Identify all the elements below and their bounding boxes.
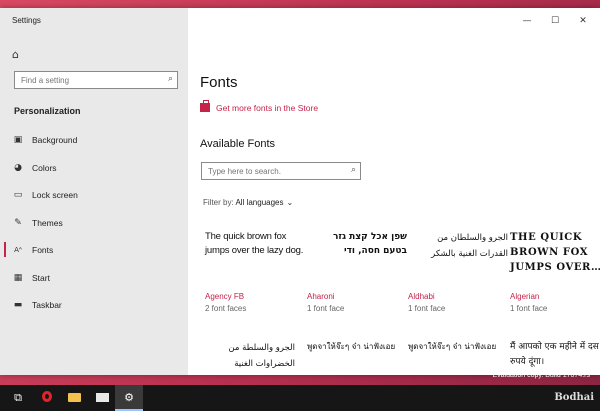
taskbar-icon: ▬	[13, 300, 23, 310]
find-setting-search[interactable]: ⌕	[14, 71, 178, 89]
sidebar-item-background[interactable]: ▣ Background	[0, 126, 188, 154]
font-icon: Aᴬ	[14, 246, 22, 254]
image-icon: ▣	[13, 135, 23, 145]
font-name: Aharoni	[307, 292, 335, 301]
settings-window: Settings ⌂ ⌕ Personalization ▣ Backgroun…	[0, 8, 600, 375]
search-icon[interactable]: ⌕	[168, 74, 173, 84]
font-name: Algerian	[510, 292, 540, 301]
font-faces: 1 font face	[408, 304, 446, 313]
taskbar: ⧉ ⚙	[0, 385, 600, 411]
font-search-input[interactable]	[208, 165, 343, 178]
font-sample: พูดจาให้จ๊ะๆ จ๋า น่าฟังเอย	[408, 342, 497, 351]
font-sample: שפן אכל קצת גזר בטעם חסה, ודי	[332, 232, 407, 256]
mail-icon[interactable]	[88, 385, 116, 411]
filter-label: Filter by:	[203, 198, 234, 207]
font-faces: 2 font faces	[205, 304, 247, 313]
start-icon: ▦	[13, 272, 23, 283]
sidebar-nav: ▣ Background ◕ Colors ▭ Lock screen ✎ Th…	[0, 126, 188, 319]
brush-icon: ✎	[14, 217, 22, 228]
language-filter[interactable]: Filter by: All languages ⌄	[203, 198, 293, 207]
sidebar-item-colors[interactable]: ◕ Colors	[0, 154, 188, 182]
font-faces: 1 font face	[307, 304, 345, 313]
section-title: Personalization	[14, 106, 81, 116]
available-fonts-heading: Available Fonts	[200, 138, 276, 150]
font-sample: The quick brown fox jumps over the lazy …	[205, 231, 304, 256]
sidebar-item-label: Lock screen	[32, 190, 78, 200]
font-name: Agency FB	[205, 292, 245, 301]
font-sample: मैं आपको एक महीने में दस रुपये दूंगा।	[510, 342, 599, 367]
sidebar-item-label: Taskbar	[32, 300, 62, 310]
store-link-label: Get more fonts in the Store	[216, 103, 319, 113]
sidebar-item-label: Start	[32, 272, 50, 283]
sidebar-item-label: Fonts	[32, 245, 54, 255]
page-title: Fonts	[200, 74, 238, 91]
filter-value: All languages	[235, 198, 284, 207]
font-name: Aldhabi	[408, 292, 435, 301]
palette-icon: ◕	[14, 162, 22, 173]
task-view-icon[interactable]: ⧉	[4, 385, 32, 411]
font-faces: 1 font face	[510, 304, 548, 313]
store-link[interactable]: Get more fonts in the Store	[200, 100, 319, 113]
font-sample: THE QUICK BROWN FOX JUMPS OVER…	[510, 232, 600, 273]
sidebar-item-lock-screen[interactable]: ▭ Lock screen	[0, 181, 188, 209]
main-content: Fonts Get more fonts in the Store Availa…	[188, 8, 600, 375]
search-icon[interactable]: ⌕	[351, 165, 356, 175]
sidebar-item-themes[interactable]: ✎ Themes	[0, 209, 188, 237]
sidebar-item-label: Colors	[32, 162, 57, 173]
home-icon[interactable]: ⌂	[12, 48, 30, 66]
font-sample: الجرو والسلطان من القدرات الغنية بالشكر	[431, 233, 508, 259]
font-sample: الجرو والسلطة من الخضراوات الغنية	[228, 343, 295, 369]
settings-gear-icon[interactable]: ⚙	[115, 385, 143, 411]
chevron-down-icon: ⌄	[286, 198, 294, 207]
font-search-box[interactable]: ⌕	[201, 162, 361, 180]
sidebar-item-label: Background	[32, 135, 78, 145]
sidebar-item-fonts[interactable]: Aᴬ Fonts	[0, 236, 188, 264]
watermark: Bodhai	[554, 392, 594, 403]
store-bag-icon	[200, 100, 210, 112]
opera-icon[interactable]	[33, 385, 61, 411]
find-setting-input[interactable]	[21, 74, 161, 87]
sidebar-item-start[interactable]: ▦ Start	[0, 264, 188, 292]
sidebar-item-label: Themes	[32, 217, 63, 228]
lock-screen-icon: ▭	[13, 190, 23, 200]
sidebar-item-taskbar[interactable]: ▬ Taskbar	[0, 291, 188, 319]
file-explorer-icon[interactable]	[60, 385, 88, 411]
evaluation-notice: Evaluation copy. Build 17074.rs	[492, 372, 590, 379]
font-sample: พูดจาให้จ๊ะๆ จ๋า น่าฟังเอย	[307, 342, 396, 351]
sidebar: Settings ⌂ ⌕ Personalization ▣ Backgroun…	[0, 8, 188, 375]
window-title: Settings	[12, 16, 41, 25]
